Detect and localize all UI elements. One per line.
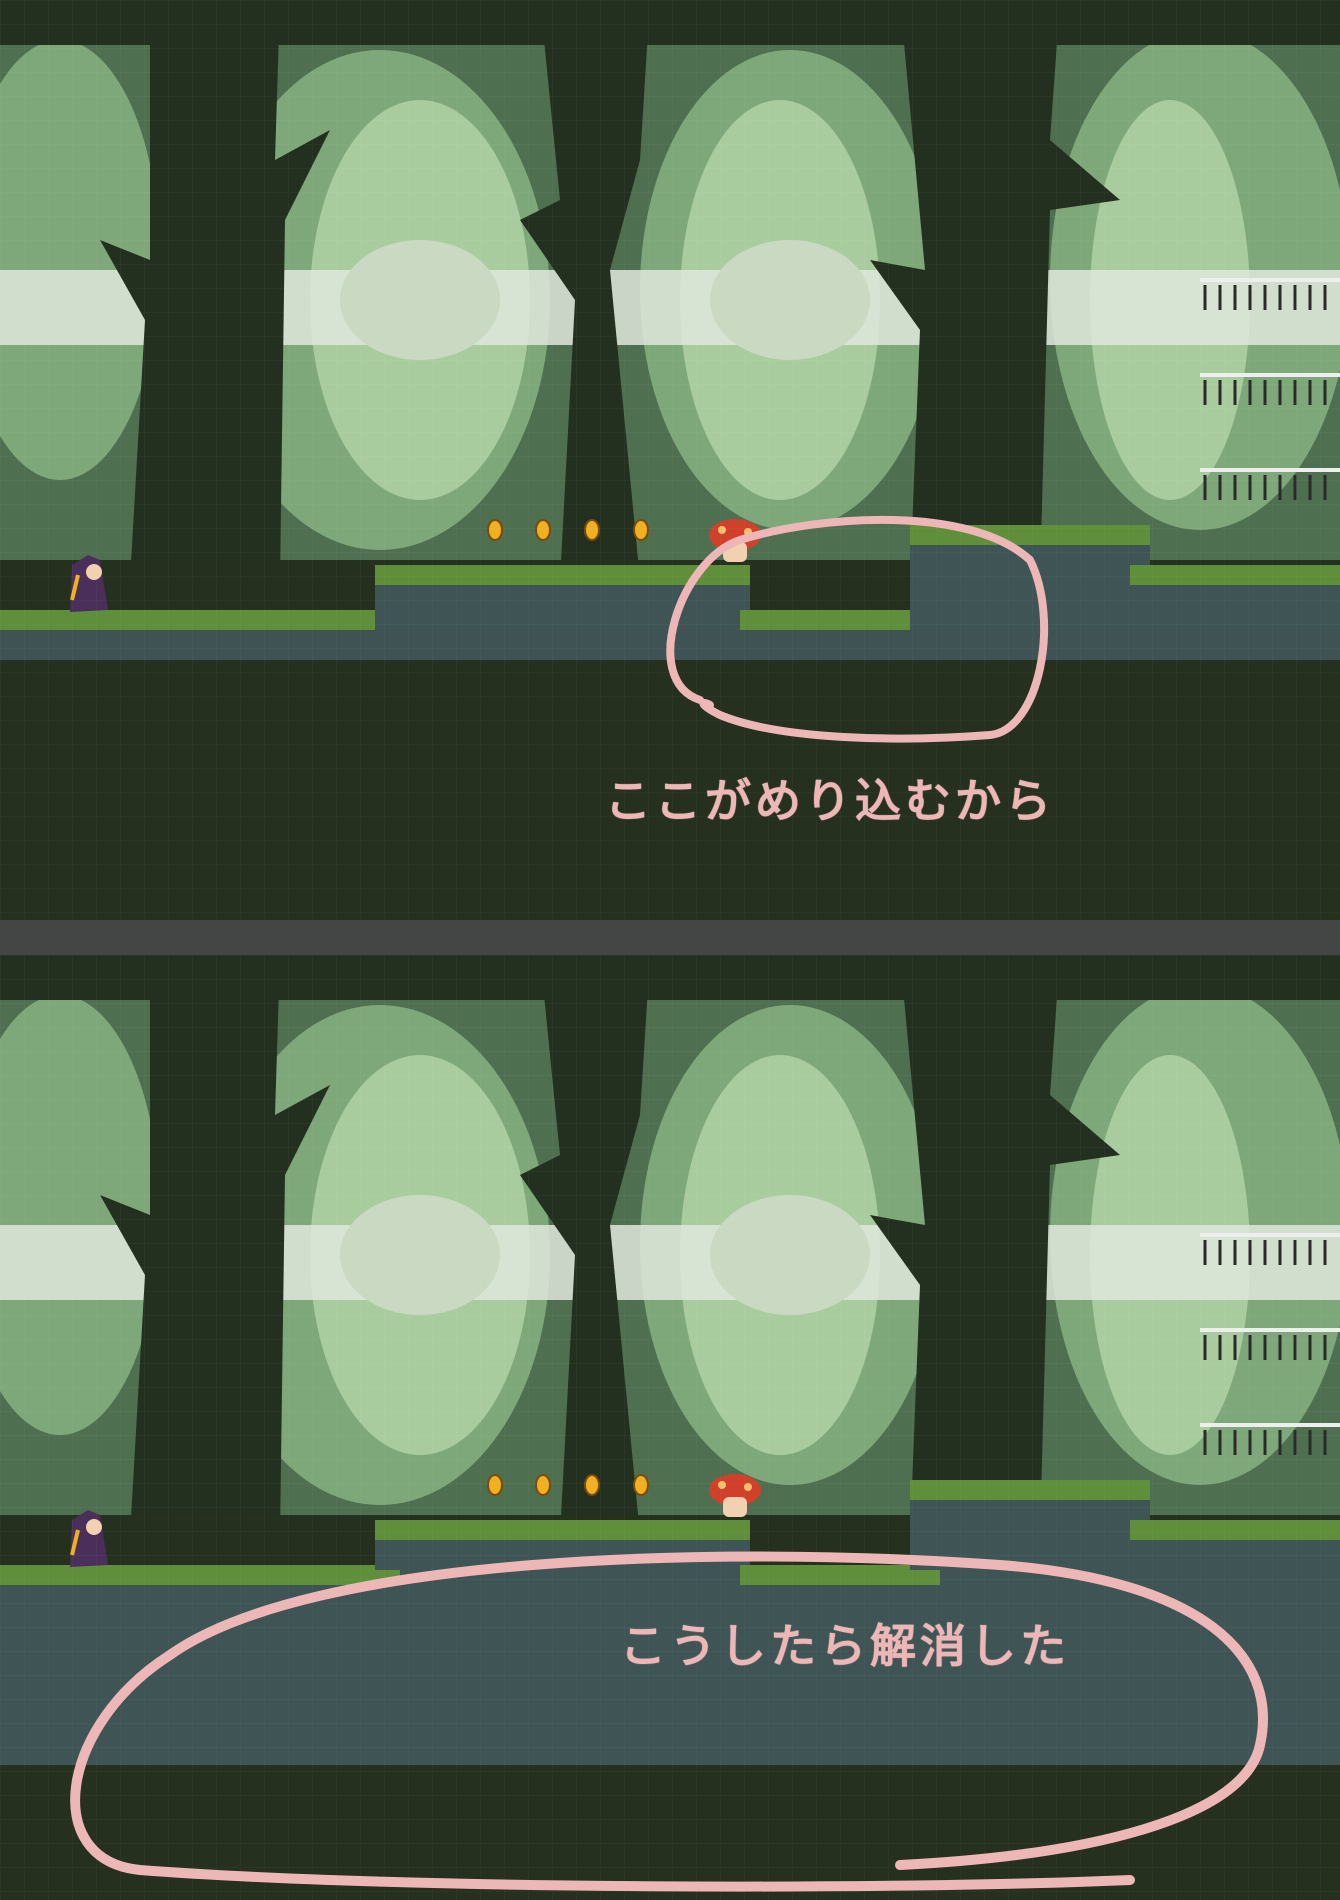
panel-divider [0,920,1340,955]
annotation-text-problem: ここがめり込むから [605,774,1055,828]
game-scene-before: ここがめり込むから [0,0,1340,920]
game-scene-after: こうしたら解消した [0,955,1340,1900]
annotation-text-solution: こうしたら解消した [620,1619,1070,1673]
forest-scene-svg [0,955,1340,1900]
